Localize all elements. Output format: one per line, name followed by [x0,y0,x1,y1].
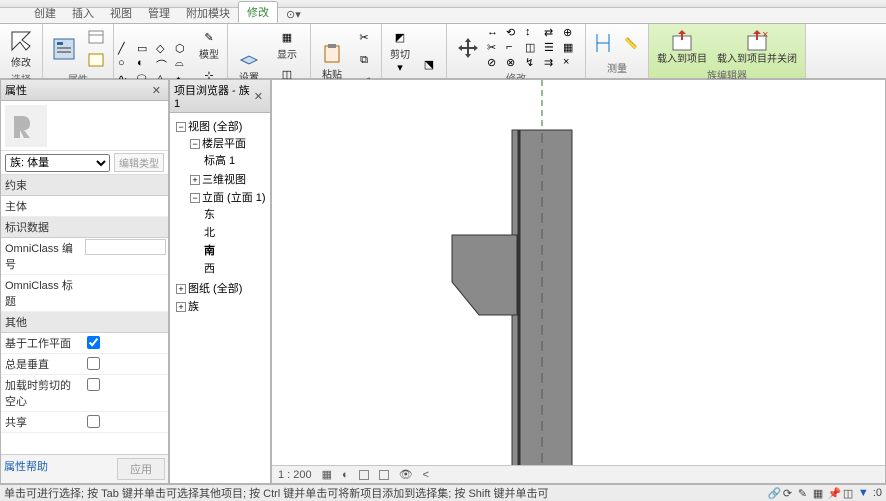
tab-modify[interactable]: 修改 [238,1,278,23]
family-logo [5,105,47,147]
cat-identity: 标识数据 [1,217,168,238]
status-text: 单击可进行选择; 按 Tab 键并单击可选择其他项目; 按 Ctrl 键并单击可… [4,485,549,501]
crop-button[interactable] [379,470,389,480]
tab-manage[interactable]: 管理 [140,3,178,23]
tab-insert[interactable]: 插入 [64,3,102,23]
cat-other: 其他 [1,312,168,333]
sync-icon[interactable]: ⟳ [783,487,795,499]
load-close-button[interactable]: ×载入到项目并关闭 [713,26,801,67]
apply-button[interactable]: 应用 [117,458,165,480]
properties-help-link[interactable]: 属性帮助 [4,458,113,480]
properties-title: 属性 [5,82,27,98]
tab-extra[interactable]: ⊙▾ [278,6,309,23]
load-into-project-button[interactable]: 载入到项目 [653,26,711,67]
scale-label[interactable]: 1 : 200 [278,469,312,481]
browser-title: 项目浏览器 - 族1 [174,82,251,110]
tab-create[interactable]: 创建 [26,3,64,23]
modify-button[interactable]: 修改 [4,26,38,71]
cut-clip-button[interactable]: ✂ [351,26,377,48]
paste-button[interactable]: 粘贴 [315,38,349,83]
copy-clip-button[interactable]: ⧉ [351,49,377,71]
hide-icon[interactable]: 👁 [399,468,413,481]
ribbon-tabs: 创建 插入 视图 管理 附加模块 修改 ⊙▾ [0,8,886,24]
show-plane-button[interactable]: ▦显示 [268,26,306,63]
filter-icon[interactable]: ▼ [858,487,870,499]
project-browser-panel: 项目浏览器 - 族1✕ −视图 (全部) −楼层平面 标高 1 +三维视图 −立… [169,79,271,484]
select-face-icon[interactable]: ◫ [843,487,855,499]
select-pin-icon[interactable]: 📌 [828,487,840,499]
close-props-icon[interactable]: ✕ [149,84,164,97]
select-link-icon[interactable]: ▦ [813,487,825,499]
modify-tools[interactable]: ↔⟲↕⇄⊕ ✂⌐◫☰▦ ⊘⊗↯⇉× [487,26,581,70]
cat-constraints: 约束 [1,175,168,196]
tab-addins[interactable]: 附加模块 [178,3,238,23]
expand-icon[interactable]: − [176,122,186,132]
workplane-based-checkbox[interactable] [87,336,100,349]
editable-icon[interactable]: ✎ [798,487,810,499]
cut-geo-button[interactable]: ◩剪切▾ [386,26,414,76]
select-count: :0 [873,487,882,499]
tab-view[interactable]: 视图 [102,3,140,23]
svg-text:×: × [762,29,768,41]
detail-level-icon[interactable]: ▦ [322,468,332,481]
status-bar: 单击可进行选择; 按 Tab 键并单击可选择其他项目; 按 Ctrl 键并单击可… [0,484,886,500]
close-browser-icon[interactable]: ✕ [251,90,266,103]
move-tool-button[interactable] [451,33,485,63]
cut-voids-checkbox[interactable] [87,378,100,391]
align-dim-button[interactable] [590,32,616,54]
type-props-button[interactable] [83,26,109,48]
model-button[interactable]: ✎模型 [195,26,223,63]
view-control-bar: 1 : 200 ▦ ◐ 👁 < [272,465,885,483]
properties-button[interactable] [47,34,81,64]
family-type-select[interactable]: 族: 体量 [5,154,110,172]
measure-button[interactable]: 📏 [618,32,644,54]
always-vertical-checkbox[interactable] [87,357,100,370]
shared-checkbox[interactable] [87,415,100,428]
ribbon: 修改 选择 属性 ╱▭◇⬡ ○◐⌒⌓ ∿⬭△⋆ ✎模型 ⊹参照 绘制 [0,24,886,79]
sun-button[interactable] [359,470,369,480]
visual-style-icon[interactable]: ◐ [342,469,349,481]
properties-panel: 属性✕ 族: 体量 编辑类型 约束 主体 标识数据 OmniClass 编号 O… [0,79,169,484]
edit-type-button[interactable]: 编辑类型 [114,153,164,172]
workset-icon[interactable]: 🔗 [768,487,780,499]
omniclass-number-input[interactable] [85,239,166,255]
project-tree[interactable]: −视图 (全部) −楼层平面 标高 1 +三维视图 −立面 (立面 1) 东 北… [170,113,270,483]
drawing-canvas[interactable]: 1 : 200 ▦ ◐ 👁 < [271,79,886,484]
family-props-button[interactable] [83,49,109,71]
cope-button[interactable]: ⬔ [416,54,442,76]
